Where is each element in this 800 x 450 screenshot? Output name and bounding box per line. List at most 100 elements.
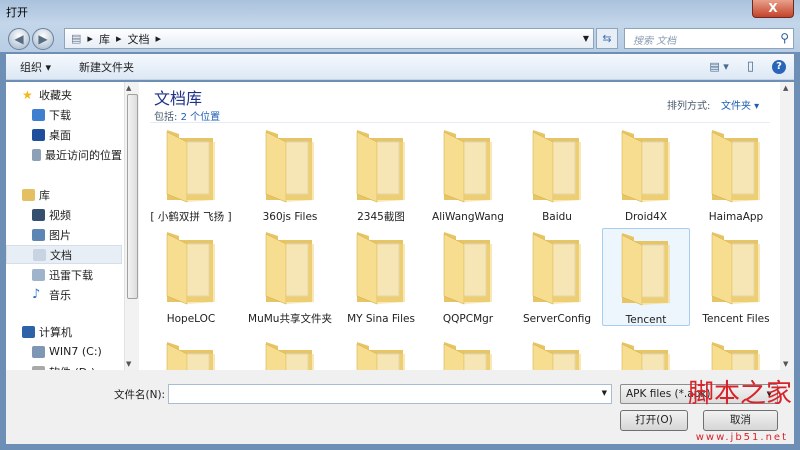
sidebar-item-label: 下载: [49, 108, 71, 122]
folder-label: 360js Files: [262, 211, 318, 223]
breadcrumb-documents[interactable]: 文档: [127, 31, 149, 47]
sidebar-item[interactable]: 桌面: [6, 125, 122, 144]
sidebar-item[interactable]: 计算机: [6, 322, 122, 341]
downloads-icon: [32, 108, 45, 121]
breadcrumb-library[interactable]: 库: [99, 31, 110, 47]
forward-button[interactable]: ▶: [32, 28, 54, 50]
folder-item[interactable]: HopeLOC: [147, 228, 235, 326]
new-folder-button[interactable]: 新建文件夹: [79, 59, 134, 75]
folder-item[interactable]: ServerConfig: [513, 228, 601, 326]
sidebar-item-label: 最近访问的位置: [45, 148, 122, 162]
file-list-scrollbar[interactable]: ▲ ▼: [780, 82, 794, 370]
folder-icon: [711, 130, 760, 203]
sidebar-item-label: 图片: [49, 228, 71, 242]
folder-item[interactable]: [692, 338, 780, 370]
folder-item[interactable]: Droid4X: [602, 126, 690, 224]
sidebar-item[interactable]: ★ 收藏夹: [6, 85, 122, 104]
view-options-icon[interactable]: ▤ ▾: [709, 60, 728, 73]
search-icon[interactable]: ⚲: [780, 31, 789, 45]
preview-pane-icon[interactable]: ▯: [747, 59, 754, 74]
scroll-up-icon[interactable]: ▲: [126, 84, 131, 92]
close-button[interactable]: X: [752, 0, 794, 18]
breadcrumb-arrow-icon[interactable]: ▸: [87, 32, 93, 45]
folder-item[interactable]: [ 小鹤双拼 飞扬 ]: [147, 126, 235, 224]
breadcrumb-arrow-icon[interactable]: ▸: [116, 32, 122, 45]
scroll-up-icon[interactable]: ▲: [783, 84, 788, 92]
filename-dropdown-icon[interactable]: ▼: [602, 389, 607, 397]
back-button[interactable]: ◀: [8, 28, 30, 50]
folder-label: 2345截图: [357, 211, 405, 223]
folder-icon: [265, 232, 314, 305]
breadcrumb-arrow-icon[interactable]: ▸: [155, 32, 161, 45]
sidebar-item[interactable]: ♪ 音乐: [6, 285, 122, 304]
divider: [150, 122, 770, 123]
filename-label: 文件名(N):: [114, 389, 166, 401]
sidebar-item-label: 收藏夹: [39, 88, 72, 102]
folder-item[interactable]: 2345截图: [337, 126, 425, 224]
sidebar-item[interactable]: 文档: [6, 245, 122, 264]
toolbar: 组织 ▾ 新建文件夹 ▤ ▾ ▯ ?: [6, 54, 794, 80]
filename-input[interactable]: ▼: [168, 384, 612, 404]
folder-item[interactable]: HaimaApp: [692, 126, 780, 224]
folder-item[interactable]: MuMu共享文件夹: [246, 228, 334, 326]
refresh-button[interactable]: ⇆: [596, 28, 618, 49]
folder-icon: [166, 130, 215, 203]
scroll-down-icon[interactable]: ▼: [783, 360, 788, 368]
folder-icon: [443, 342, 492, 370]
folder-item[interactable]: 360js Files: [246, 126, 334, 224]
title-bar: 打开 X: [0, 0, 800, 24]
folder-label: HaimaApp: [708, 211, 764, 223]
sidebar-item[interactable]: WIN7 (C:): [6, 342, 122, 361]
help-icon[interactable]: ?: [772, 59, 786, 74]
open-button[interactable]: 打开(O): [620, 410, 688, 431]
sidebar-item[interactable]: 库: [6, 185, 122, 204]
address-dropdown-icon[interactable]: ▼: [583, 34, 589, 43]
folder-icon: [443, 232, 492, 305]
sidebar-item[interactable]: 迅雷下载: [6, 265, 122, 284]
folder-label: AliWangWang: [432, 211, 504, 223]
sidebar-scroll-thumb[interactable]: [127, 94, 138, 299]
organize-button[interactable]: 组织 ▾: [20, 59, 51, 75]
folder-icon: [356, 342, 405, 370]
scroll-down-icon[interactable]: ▼: [126, 360, 131, 368]
folder-icon: [166, 232, 215, 305]
sidebar-item[interactable]: 视频: [6, 205, 122, 224]
folder-label: Droid4X: [624, 211, 668, 223]
sidebar-item[interactable]: 图片: [6, 225, 122, 244]
sidebar-scrollbar[interactable]: ▲ ▼: [124, 82, 139, 370]
folder-item[interactable]: [513, 338, 601, 370]
sidebar-item[interactable]: 下载: [6, 105, 122, 124]
sidebar-item-label: 计算机: [39, 325, 72, 339]
sidebar-item-label: WIN7 (C:): [49, 345, 102, 358]
folder-icon: [621, 342, 670, 370]
folder-item[interactable]: Tencent Files: [692, 228, 780, 326]
dialog-footer: 文件名(N): ▼ APK files (*.apk) ▼ 打开(O) 取消: [6, 370, 794, 444]
pictures-icon: [32, 228, 45, 241]
folder-icon: [356, 232, 405, 305]
folder-icon: [265, 342, 314, 370]
sort-dropdown[interactable]: 文件夹 ▾: [721, 97, 759, 112]
folder-item[interactable]: QQPCMgr: [424, 228, 512, 326]
cancel-button[interactable]: 取消: [703, 410, 778, 431]
folder-label: MY Sina Files: [347, 313, 415, 325]
folder-item[interactable]: AliWangWang: [424, 126, 512, 224]
library-title: 文档库: [154, 89, 203, 108]
sidebar-item-label: 迅雷下载: [49, 268, 93, 282]
address-bar[interactable]: ▤ ▸ 库 ▸ 文档 ▸ ▼: [64, 28, 594, 49]
folder-item[interactable]: [602, 338, 690, 370]
sidebar-item-label: 文档: [50, 248, 72, 262]
video-icon: [32, 208, 45, 221]
search-input[interactable]: 搜索 文档 ⚲: [624, 28, 794, 49]
folder-label: HopeLOC: [166, 313, 216, 325]
drive-c-icon: [32, 345, 45, 358]
folder-item[interactable]: [424, 338, 512, 370]
folder-item[interactable]: Baidu: [513, 126, 601, 224]
documents-icon: [33, 248, 46, 261]
folder-item[interactable]: [337, 338, 425, 370]
folder-item[interactable]: MY Sina Files: [337, 228, 425, 326]
folder-item[interactable]: [147, 338, 235, 370]
sidebar-item[interactable]: 最近访问的位置: [6, 145, 122, 164]
folder-icon: [443, 130, 492, 203]
folder-item[interactable]: [246, 338, 334, 370]
folder-item[interactable]: Tencent: [602, 228, 690, 326]
